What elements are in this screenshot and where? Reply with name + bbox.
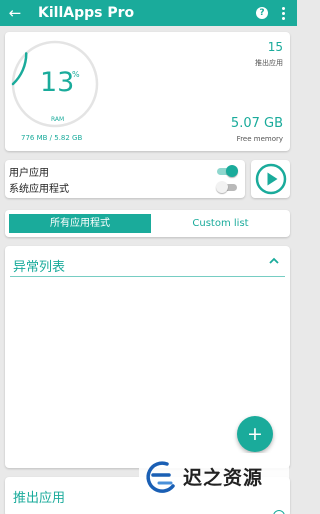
system-apps-label: 系统应用程式 xyxy=(9,184,69,195)
anomaly-list-divider xyxy=(10,276,285,277)
watermark-overlay: 迟之资源 xyxy=(139,453,289,501)
ram-used-total: 776 MB / 5.82 GB xyxy=(21,134,83,142)
user-apps-label: 用户应用 xyxy=(9,168,49,179)
chevron-up-icon[interactable] xyxy=(268,255,280,267)
anomaly-list-title: 异常列表 xyxy=(13,260,66,275)
killed-apps-icon[interactable] xyxy=(273,510,285,514)
list-tabs-card: 所有应用程式 Custom list xyxy=(5,210,290,237)
add-button[interactable]: + xyxy=(237,416,273,452)
killed-count-label: 推出应用 xyxy=(255,59,283,67)
kill-start-card xyxy=(251,160,290,198)
system-apps-switch[interactable] xyxy=(216,181,237,194)
free-memory-label: Free memory xyxy=(236,135,283,143)
watermark-logo xyxy=(146,461,175,493)
help-circle-icon[interactable]: ? xyxy=(256,7,268,19)
app-title: KillApps Pro xyxy=(38,5,135,21)
switch-knob xyxy=(226,165,238,177)
watermark-text: 迟之资源 xyxy=(183,467,264,489)
ram-usage-card: 13 % RAM 776 MB / 5.82 GB 15 推出应用 5.07 G… xyxy=(5,32,290,151)
switch-knob xyxy=(216,181,228,193)
tab-all-apps[interactable]: 所有应用程式 xyxy=(9,214,151,233)
ram-label: RAM xyxy=(51,116,65,123)
ram-percent-sign: % xyxy=(72,70,80,79)
play-circle-icon[interactable] xyxy=(255,163,287,195)
free-memory-value: 5.07 GB xyxy=(230,116,283,131)
user-apps-switch[interactable] xyxy=(217,165,238,178)
more-vertical-icon[interactable] xyxy=(281,6,285,20)
app-bar: ← KillApps Pro ? xyxy=(0,0,297,26)
app-type-toggles-card: 用户应用 系统应用程式 xyxy=(5,160,245,198)
killed-count: 15 xyxy=(267,40,283,54)
arrow-left-icon[interactable]: ← xyxy=(0,0,30,26)
ram-usage-percent: 13 xyxy=(40,67,75,98)
tab-custom-list[interactable]: Custom list xyxy=(155,214,286,233)
killed-apps-title: 推出应用 xyxy=(13,491,66,506)
